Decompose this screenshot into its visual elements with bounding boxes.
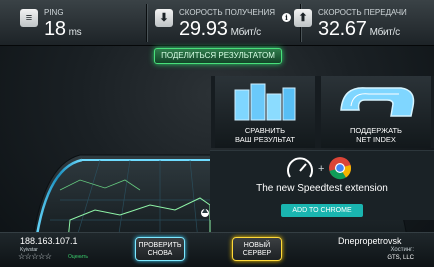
compare-results-tile[interactable]: СРАВНИТЬ ВАШ РЕЗУЛЬТАТ [215,76,315,148]
host-label: Хостинг: [390,247,414,253]
download-label: СКОРОСТЬ ПОЛУЧЕНИЯ [179,8,276,17]
share-result-button[interactable]: ПОДЕЛИТЬСЯ РЕЗУЛЬТАТОМ [154,48,282,64]
net-index-label: ПОДДЕРЖАТЬ NET INDEX [321,126,431,144]
download-number: 29.93 [179,18,228,40]
ping-number: 18 [44,18,66,40]
ping-icon: ≡ [20,9,38,27]
extension-title: The new Speedtest extension [256,183,388,194]
download-value: 29.93 Мбит/с [179,18,261,41]
net-index-icon [340,87,415,117]
speedometer-icon [287,157,313,178]
ping-unit: ms [68,27,82,38]
ping-metric: ≡ PING 18 ms [20,5,120,43]
server-city: Dnepropetrovsk [338,236,402,246]
upload-value: 32.67 Мбит/с [318,18,400,41]
promo-tiles: СРАВНИТЬ ВАШ РЕЗУЛЬТАТ ПОДДЕРЖАТЬ NET INDE… [211,76,434,148]
chrome-icon [329,157,352,180]
download-metric: ⬇ СКОРОСТЬ ПОЛУЧЕНИЯ i 29.93 Мбит/с [155,5,300,43]
upload-arrow-icon: ⬆ [294,9,312,27]
new-server-button[interactable]: НОВЫЙ СЕРВЕР [232,237,282,261]
results-header: ≡ PING 18 ms ⬇ СКОРОСТЬ ПОЛУЧЕНИЯ i 29.93… [0,0,434,46]
bottom-bar: 188.163.107.1 Kyivstar ☆☆☆☆☆ Оценить ПРО… [0,232,434,267]
rating-stars[interactable]: ☆☆☆☆☆ [18,252,52,261]
upload-number: 32.67 [318,18,367,40]
speedtest-app: ≡ PING 18 ms ⬇ СКОРОСТЬ ПОЛУЧЕНИЯ i 29.93… [0,0,434,267]
upload-label: СКОРОСТЬ ПЕРЕДАЧИ [318,8,407,17]
compare-line2: ВАШ РЕЗУЛЬТАТ [235,135,295,144]
net-index-tile[interactable]: ПОДДЕРЖАТЬ NET INDEX [321,76,431,148]
add-to-chrome-button[interactable]: ADD TO CHROME [281,204,363,217]
retest-line1: ПРОВЕРИТЬ [138,242,182,249]
ping-value: 18 ms [44,18,82,41]
upload-unit: Мбит/с [369,27,401,38]
bar-chart-icon [234,83,296,121]
retest-button[interactable]: ПРОВЕРИТЬ СНОВА [135,237,185,261]
extension-promo: + The new Speedtest extension ADD TO CHR… [210,150,434,220]
svg-text:+: + [318,163,324,175]
support-line2: NET INDEX [356,135,396,144]
retest-line2: СНОВА [147,250,173,257]
ping-label: PING [44,8,64,17]
newserver-line1: НОВЫЙ [243,242,271,249]
compare-results-label: СРАВНИТЬ ВАШ РЕЗУЛЬТАТ [215,126,315,144]
extension-logos: + [287,157,352,180]
header-divider [146,4,147,42]
download-arrow-icon: ⬇ [155,9,173,27]
upload-metric: ⬆ СКОРОСТЬ ПЕРЕДАЧИ 32.67 Мбит/с [294,5,429,43]
info-icon[interactable]: i [282,13,291,22]
newserver-line2: СЕРВЕР [242,250,272,257]
download-unit: Мбит/с [230,27,262,38]
ip-address: 188.163.107.1 [20,236,78,246]
support-line1: ПОДДЕРЖАТЬ [350,126,402,135]
host-value: GTS, LLC [387,255,414,261]
rate-isp-link[interactable]: Оценить [68,254,88,260]
compare-line1: СРАВНИТЬ [244,126,286,135]
